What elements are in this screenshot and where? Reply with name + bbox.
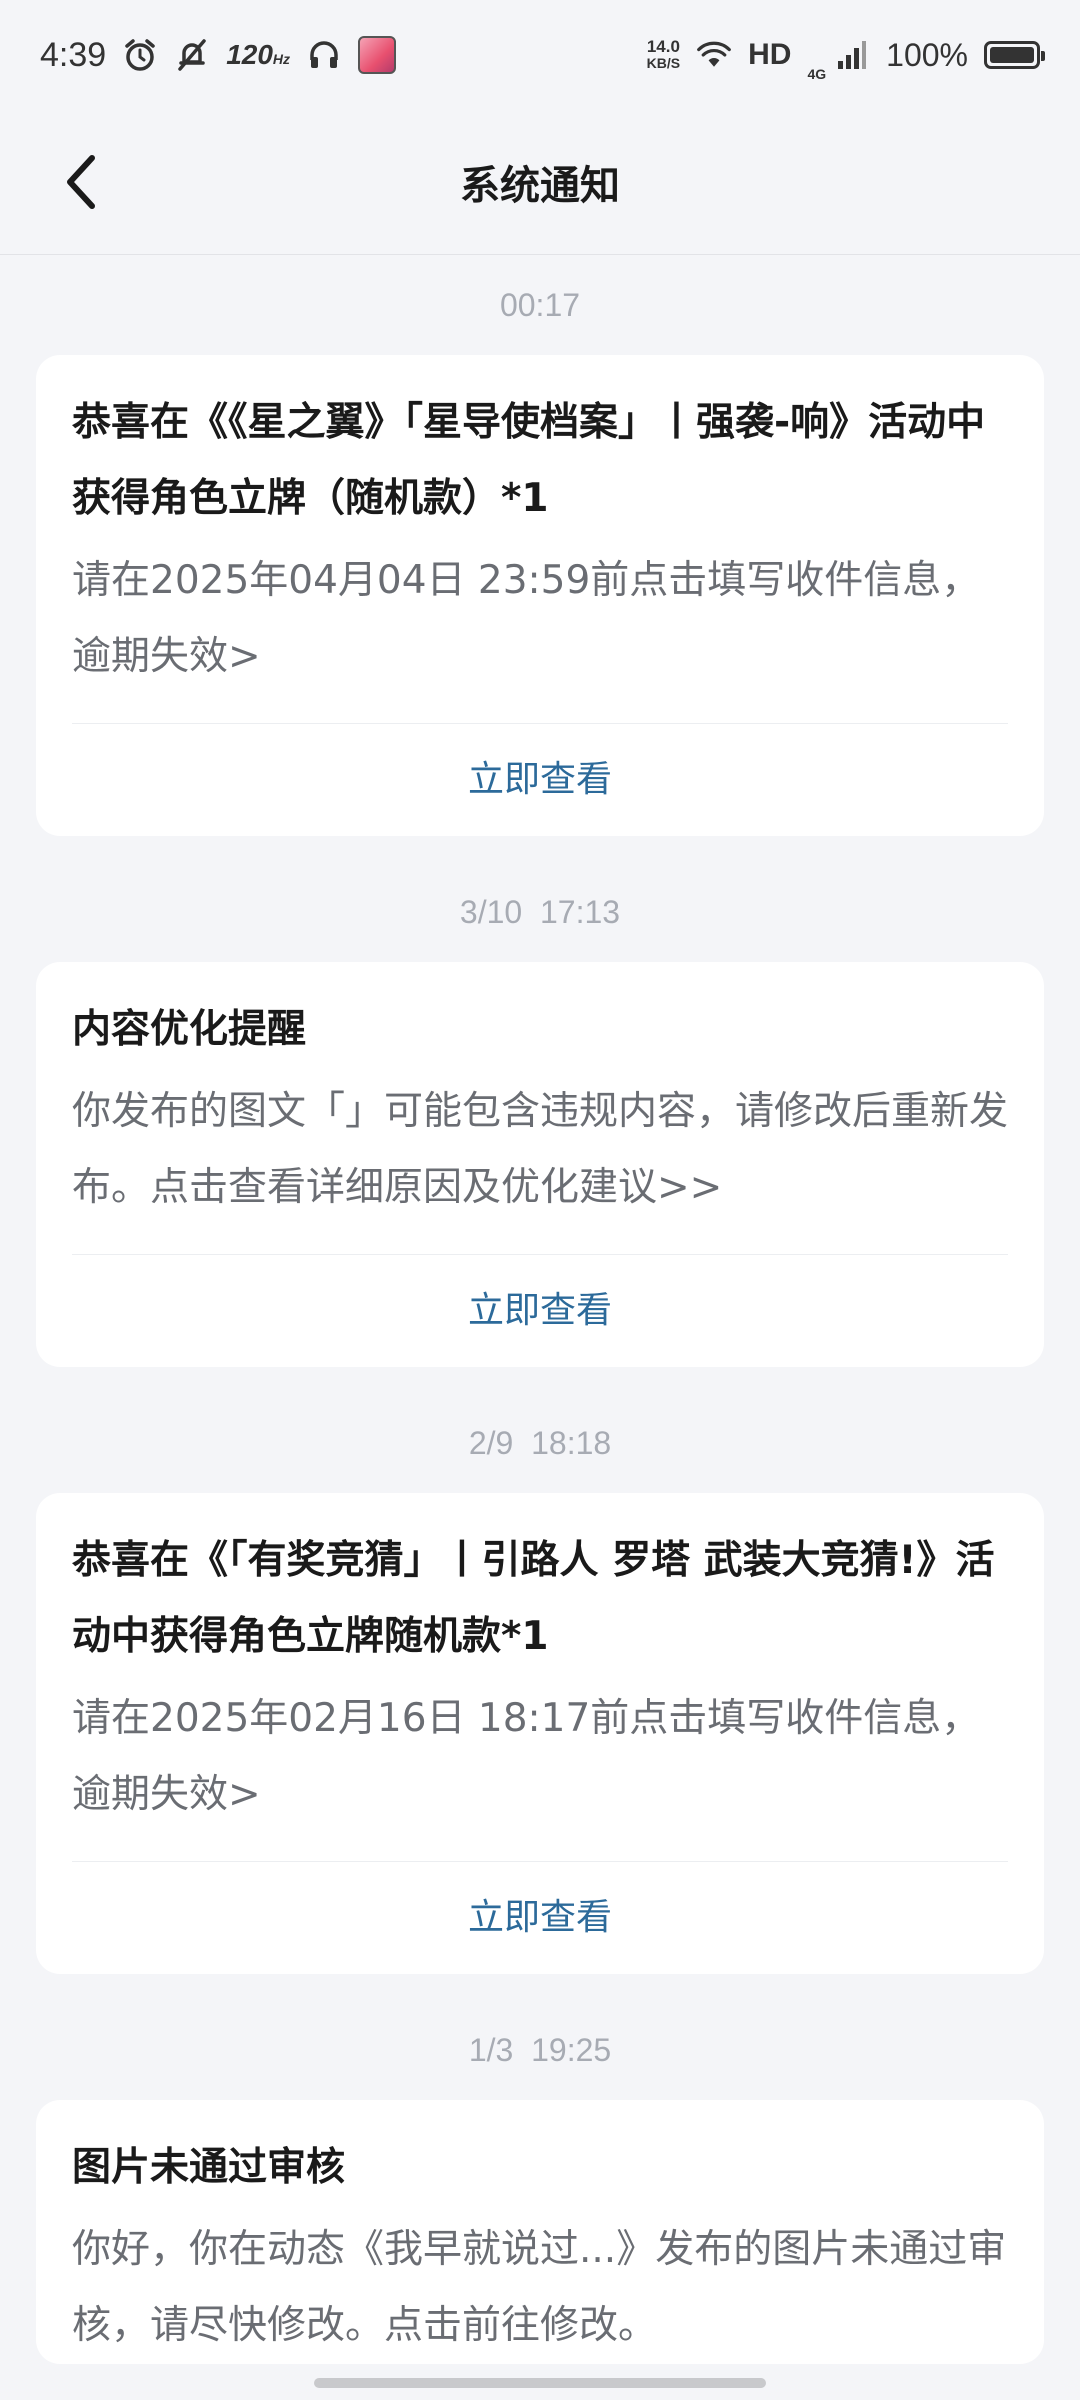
- battery-icon: [984, 41, 1045, 69]
- home-indicator[interactable]: [314, 2378, 766, 2388]
- notification-card[interactable]: 恭喜在《「有奖竞猜」丨引路人 罗塔 武装大竞猜!》活动中获得角色立牌随机款*1 …: [36, 1493, 1044, 1974]
- notification-title: 内容优化提醒: [72, 1007, 307, 1052]
- status-bar: 4:39 120Hz 14.0 KB/S HD 4G 100%: [0, 0, 1080, 110]
- view-now-button[interactable]: 立即查看: [72, 1862, 1008, 1974]
- notification-timestamp: 00:17: [499, 287, 581, 323]
- notification-title: 恭喜在《「有奖竞猜」丨引路人 罗塔 武装大竞猜!》活动中获得角色立牌随机款*1: [72, 1538, 995, 1659]
- status-bar-right: 14.0 KB/S HD 4G 100%: [647, 28, 1045, 82]
- clock: 4:39: [40, 35, 107, 74]
- back-button[interactable]: [50, 150, 110, 214]
- network-speed: 14.0 KB/S: [647, 38, 680, 72]
- wifi-icon: [696, 37, 732, 73]
- notification-card[interactable]: 内容优化提醒 你发布的图文「」可能包含违规内容，请修改后重新发布。点击查看详细原…: [36, 962, 1044, 1367]
- page-title: 系统通知: [460, 163, 620, 209]
- notification-timestamp: 3/10 17:13: [459, 894, 621, 930]
- notification-feed[interactable]: 00:17 恭喜在《《星之翼》「星导使档案」丨强袭-响》活动中获得角色立牌（随机…: [0, 255, 1080, 2364]
- chevron-left-icon: [67, 155, 95, 209]
- network-type: 4G: [807, 66, 827, 82]
- notification-body[interactable]: 请在2025年02月16日 18:17前点击填写收件信息，逾期失效>: [72, 1681, 1008, 1833]
- app-notification-avatar: [358, 36, 397, 74]
- refresh-rate-unit: Hz: [272, 51, 291, 67]
- signal-icon: [834, 37, 870, 73]
- view-now-button[interactable]: 立即查看: [72, 1255, 1008, 1367]
- refresh-rate-indicator: 120Hz: [226, 39, 290, 71]
- alarm-icon: [122, 37, 158, 73]
- view-now-button[interactable]: 立即查看: [72, 724, 1008, 836]
- network-speed-value: 14.0: [646, 37, 680, 56]
- notification-body[interactable]: 你发布的图文「」可能包含违规内容，请修改后重新发布。点击查看详细原因及优化建议>…: [72, 1074, 1008, 1226]
- battery-percent: 100%: [886, 36, 968, 73]
- muted-bell-icon: [174, 37, 210, 73]
- nav-header: 系统通知: [0, 110, 1080, 255]
- notification-body[interactable]: 你好，你在动态《我早就说过...》发布的图片未通过审核，请尽快修改。点击前往修改…: [72, 2212, 1008, 2364]
- refresh-rate-value: 120: [226, 39, 273, 70]
- notification-title: 图片未通过审核: [72, 2145, 346, 2190]
- notification-title: 恭喜在《《星之翼》「星导使档案」丨强袭-响》活动中获得角色立牌（随机款）*1: [72, 400, 986, 521]
- notification-card[interactable]: 恭喜在《《星之翼》「星导使档案」丨强袭-响》活动中获得角色立牌（随机款）*1 请…: [36, 355, 1044, 836]
- notification-timestamp: 2/9 18:18: [468, 1425, 612, 1461]
- headphones-icon: [306, 37, 342, 73]
- notification-body[interactable]: 请在2025年04月04日 23:59前点击填写收件信息，逾期失效>: [72, 543, 1008, 695]
- status-bar-left: 4:39 120Hz: [40, 35, 397, 75]
- notification-card[interactable]: 图片未通过审核 你好，你在动态《我早就说过...》发布的图片未通过审核，请尽快修…: [36, 2100, 1044, 2364]
- hd-voice-indicator: HD: [748, 38, 792, 71]
- network-speed-unit: KB/S: [646, 55, 681, 71]
- battery-level: [990, 47, 1034, 63]
- notification-timestamp: 1/3 19:25: [468, 2032, 612, 2068]
